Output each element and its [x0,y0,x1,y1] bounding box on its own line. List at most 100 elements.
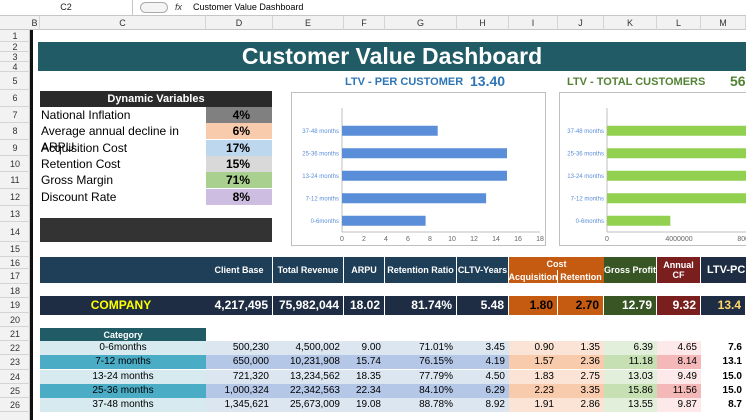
category-value[interactable]: 71.01% [385,341,457,355]
column-header-j[interactable]: J [558,16,604,30]
category-value[interactable]: 88.78% [385,398,457,412]
bar-7-12-months[interactable] [342,193,487,204]
category-value[interactable]: 6.39 [604,341,657,355]
dynamic-variable-value[interactable]: 15% [206,156,272,172]
category-value[interactable]: 2.86 [558,398,604,412]
category-value[interactable]: 22.34 [344,384,385,398]
category-value[interactable]: 1,345,621 [206,398,273,412]
dynamic-variable-value[interactable]: 4% [206,107,272,123]
category-value[interactable]: 2.36 [558,355,604,369]
column-header-f[interactable]: F [344,16,385,30]
category-value[interactable]: 9.00 [344,341,385,355]
bar-13-24-months[interactable] [607,170,746,181]
row-header-22[interactable]: 22 [0,341,30,355]
category-value[interactable]: 15.86 [604,384,657,398]
category-value[interactable]: 0.90 [509,341,558,355]
row-header-16[interactable]: 16 [0,257,30,269]
formula-content[interactable]: Customer Value Dashboard [193,0,303,15]
category-value[interactable]: 1.35 [558,341,604,355]
category-value[interactable]: 11.18 [604,355,657,369]
category-value[interactable]: 15.0 [701,384,746,398]
bar-13-24-months[interactable] [342,170,507,181]
ltv-chart[interactable]: 0-6months 7-12 months 13-24 months 25-36 mo… [559,92,746,246]
company-value[interactable]: 75,982,044 [273,296,344,315]
column-header-k[interactable]: K [604,16,657,30]
row-header-7[interactable]: 7 [0,107,30,123]
category-value[interactable]: 15.74 [344,355,385,369]
column-header-b[interactable]: B [30,16,40,30]
row-header-5[interactable]: 5 [0,72,30,90]
category-value[interactable]: 4.50 [457,370,509,384]
category-value[interactable]: 2.23 [509,384,558,398]
category-value[interactable]: 500,230 [206,341,273,355]
row-header-6[interactable]: 6 [0,90,30,107]
row-header-20[interactable]: 20 [0,313,30,327]
insert-function-icon[interactable]: fx [175,0,189,15]
row-header-21[interactable]: 21 [0,327,30,341]
column-header-i[interactable]: I [509,16,558,30]
category-value[interactable]: 25,673,009 [273,398,344,412]
category-value[interactable]: 15.0 [701,370,746,384]
category-value[interactable]: 6.29 [457,384,509,398]
category-value[interactable]: 8.92 [457,398,509,412]
category-value[interactable]: 8.7 [701,398,746,412]
company-value[interactable]: 12.79 [604,296,657,315]
category-value[interactable]: 22,342,563 [273,384,344,398]
column-header-m[interactable]: M [701,16,746,30]
row-header-3[interactable]: 3 [0,52,30,62]
row-header-18[interactable]: 18 [0,284,30,298]
category-value[interactable]: 4.65 [657,341,701,355]
category-value[interactable]: 7.6 [701,341,746,355]
company-value[interactable]: 9.32 [657,296,701,315]
category-value[interactable]: 13.1 [701,355,746,369]
category-value[interactable]: 8.14 [657,355,701,369]
category-value[interactable]: 77.79% [385,370,457,384]
company-value[interactable]: 18.02 [344,296,385,315]
column-header-c[interactable]: C [40,16,206,30]
category-value[interactable]: 1,000,324 [206,384,273,398]
column-header-l[interactable]: L [657,16,701,30]
company-value[interactable]: 5.48 [457,296,509,315]
category-value[interactable]: 18.35 [344,370,385,384]
category-value[interactable]: 10,231,908 [273,355,344,369]
bar-0-6months[interactable] [342,215,426,226]
row-header-17[interactable]: 17 [0,269,30,284]
row-header-8[interactable]: 8 [0,123,30,140]
category-value[interactable]: 9.49 [657,370,701,384]
dynamic-variable-value[interactable]: 6% [206,123,272,139]
category-value[interactable]: 1.91 [509,398,558,412]
name-box[interactable]: C2 [0,0,133,15]
row-header-11[interactable]: 11 [0,172,30,189]
category-value[interactable]: 76.15% [385,355,457,369]
row-header-9[interactable]: 9 [0,140,30,156]
category-value[interactable]: 2.75 [558,370,604,384]
bar-37-48-months[interactable] [607,125,746,136]
column-header-e[interactable]: E [273,16,344,30]
dynamic-variable-value[interactable]: 8% [206,189,272,205]
category-value[interactable]: 13.03 [604,370,657,384]
column-header-d[interactable]: D [206,16,273,30]
dynamic-variable-value[interactable]: 71% [206,172,272,188]
row-header-25[interactable]: 25 [0,384,30,398]
category-value[interactable]: 1.83 [509,370,558,384]
row-header-4[interactable]: 4 [0,62,30,72]
row-header-2[interactable]: 2 [0,42,30,52]
row-header-24[interactable]: 24 [0,370,30,384]
company-value[interactable]: 2.70 [558,296,604,315]
company-value[interactable]: 81.74% [385,296,457,315]
row-header-15[interactable]: 15 [0,242,30,257]
dynamic-variable-value[interactable]: 17% [206,140,272,156]
row-header-12[interactable]: 12 [0,189,30,206]
bar-25-36-months[interactable] [607,148,746,159]
column-header-h[interactable]: H [457,16,509,30]
bar-25-36-months[interactable] [342,148,507,159]
ltv-chart[interactable]: 0-6months 7-12 months 13-24 months 25-36 mo… [291,92,546,246]
category-value[interactable]: 650,000 [206,355,273,369]
company-value[interactable]: 4,217,495 [206,296,273,315]
category-value[interactable]: 19.08 [344,398,385,412]
category-value[interactable]: 3.45 [457,341,509,355]
row-header-10[interactable]: 10 [0,156,30,172]
formula-bar-resize-handle[interactable] [140,2,168,13]
row-header-14[interactable]: 14 [0,222,30,242]
bar-7-12-months[interactable] [607,193,746,204]
